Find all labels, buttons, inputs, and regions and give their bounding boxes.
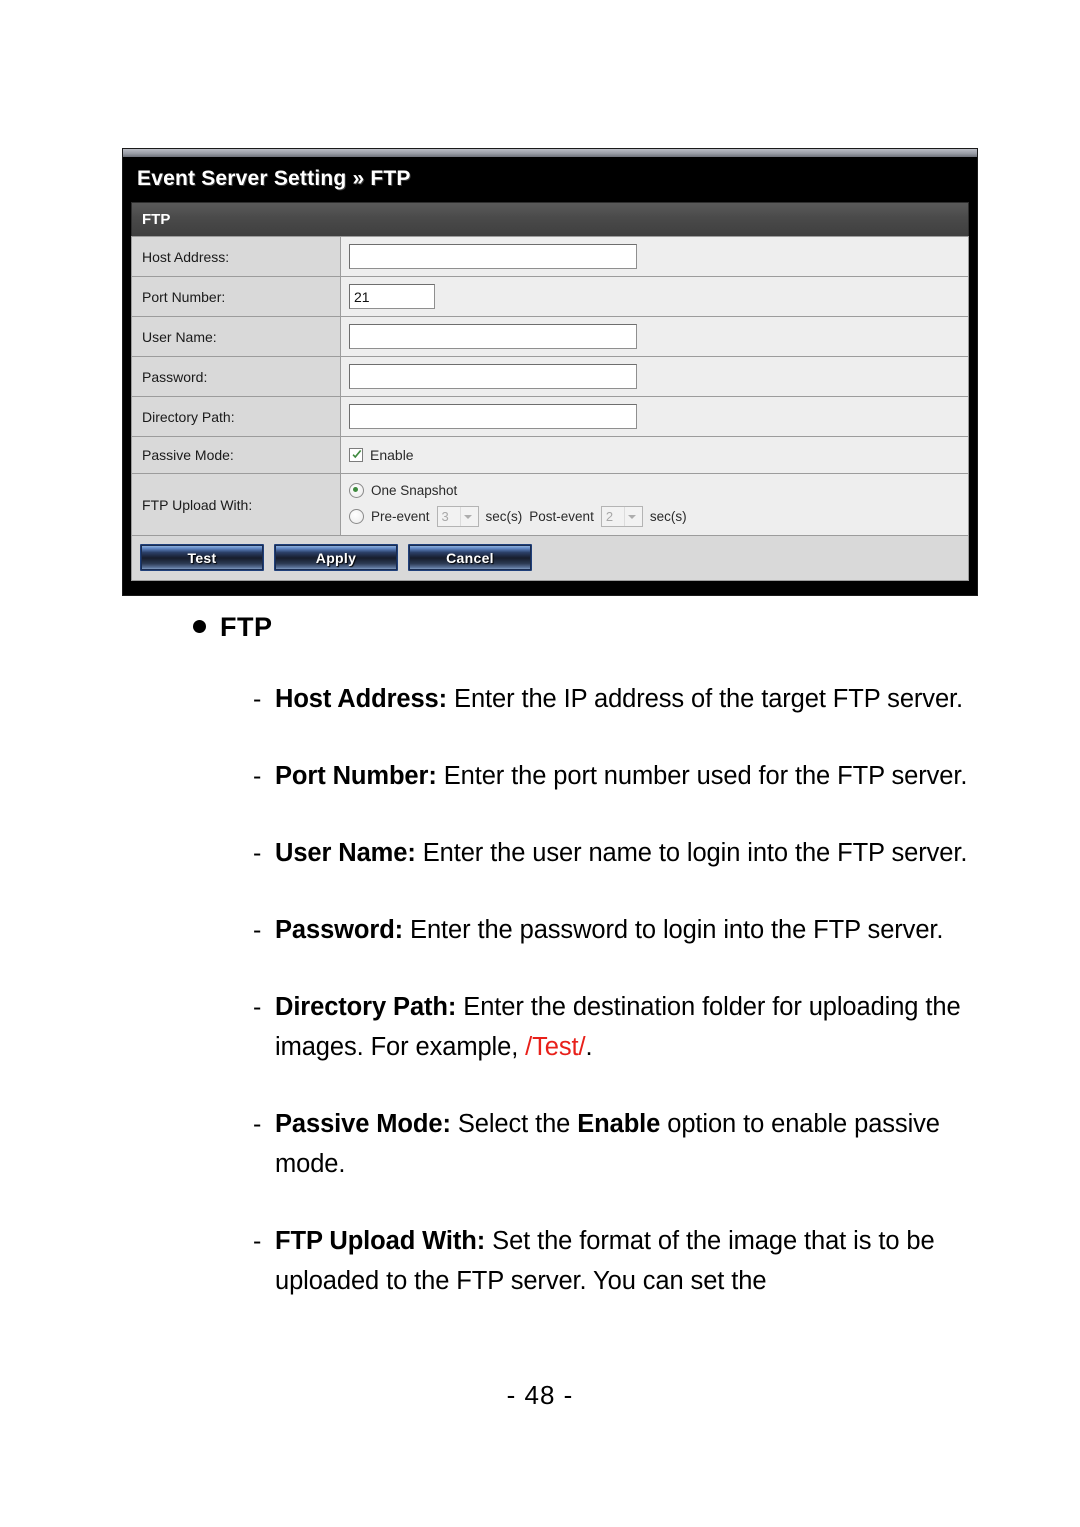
host-address-input[interactable]	[349, 244, 637, 269]
term-user-name: User Name:	[275, 839, 416, 867]
list-item-text: Directory Path: Enter the destination fo…	[275, 987, 995, 1067]
definition-list: - Host Address: Enter the IP address of …	[0, 679, 1080, 1301]
passive-mode-checkbox-row[interactable]: Enable	[349, 447, 968, 463]
list-dash-icon: -	[253, 685, 262, 713]
label-port-number: Port Number:	[131, 276, 341, 317]
desc-user-name: Enter the user name to login into the FT…	[415, 839, 968, 867]
cell-passive-mode: Enable	[340, 436, 969, 474]
list-dash-icon: -	[253, 993, 262, 1021]
term-port-number: Port Number:	[275, 762, 437, 790]
section-heading-ftp: FTP	[193, 612, 1080, 643]
ftp-settings-table: Host Address: Port Number: User Name:	[131, 236, 969, 536]
label-ftp-upload-with: FTP Upload With:	[131, 473, 341, 536]
table-row-port-number: Port Number:	[131, 276, 969, 317]
desc-directory-path-after: .	[585, 1033, 593, 1061]
pre-event-unit-label: sec(s)	[485, 509, 523, 524]
post-event-seconds-dropdown[interactable]: 2	[600, 506, 643, 527]
example-path-highlight: /Test/	[525, 1033, 586, 1061]
window-top-strip	[123, 149, 977, 157]
post-event-unit-label: sec(s)	[649, 509, 687, 524]
radio-row-one-snapshot[interactable]: One Snapshot	[349, 483, 968, 498]
label-password: Password:	[131, 356, 341, 397]
section-heading-label: FTP	[220, 612, 273, 642]
list-dash-icon: -	[253, 839, 262, 867]
radio-one-snapshot-label: One Snapshot	[371, 483, 458, 498]
apply-button[interactable]: Apply	[274, 544, 398, 571]
table-row-password: Password:	[131, 356, 969, 397]
ftp-settings-panel: Event Server Setting » FTP FTP Host Addr…	[122, 148, 978, 596]
chevron-down-icon	[623, 507, 640, 526]
list-item-text: FTP Upload With: Set the format of the i…	[275, 1221, 995, 1301]
desc-host-address: Enter the IP address of the target FTP s…	[447, 685, 964, 713]
panel-inner: FTP Host Address: Port Number: User Name	[131, 202, 969, 581]
list-item-text: Port Number: Enter the port number used …	[275, 756, 967, 796]
desc-password: Enter the password to login into the FTP…	[403, 916, 944, 944]
pre-event-seconds-value: 3	[441, 509, 449, 524]
panel-bottom-padding	[123, 581, 977, 595]
list-item: - Directory Path: Enter the destination …	[0, 987, 1080, 1067]
post-event-label: Post-event	[529, 509, 594, 524]
term-ftp-upload-with: FTP Upload With:	[275, 1227, 486, 1255]
label-host-address: Host Address:	[131, 236, 341, 277]
list-item: - Port Number: Enter the port number use…	[0, 756, 1080, 796]
panel-title: Event Server Setting » FTP	[123, 157, 977, 202]
test-button[interactable]: Test	[140, 544, 264, 571]
document-body: FTP - Host Address: Enter the IP address…	[0, 612, 1080, 1338]
table-row-passive-mode: Passive Mode: Enable	[131, 436, 969, 474]
action-button-bar: Test Apply Cancel	[131, 536, 969, 581]
bullet-dot-icon	[193, 620, 206, 633]
label-passive-mode: Passive Mode:	[131, 436, 341, 474]
list-dash-icon: -	[253, 762, 262, 790]
directory-path-input[interactable]	[349, 404, 637, 429]
cell-host-address	[340, 236, 969, 277]
list-item: - User Name: Enter the user name to logi…	[0, 833, 1080, 873]
chevron-down-icon	[459, 507, 476, 526]
term-directory-path: Directory Path:	[275, 993, 457, 1021]
radio-pre-event-icon[interactable]	[349, 509, 364, 524]
list-dash-icon: -	[253, 916, 262, 944]
list-item-text: Passive Mode: Select the Enable option t…	[275, 1104, 995, 1184]
table-row-host-address: Host Address:	[131, 236, 969, 277]
section-header-ftp: FTP	[131, 202, 969, 236]
page-number: - 48 -	[506, 1380, 574, 1410]
cancel-button[interactable]: Cancel	[408, 544, 532, 571]
post-event-seconds-value: 2	[605, 509, 614, 524]
cell-password	[340, 356, 969, 397]
list-item: - Password: Enter the password to login …	[0, 910, 1080, 950]
list-item: - Host Address: Enter the IP address of …	[0, 679, 1080, 719]
list-item-text: User Name: Enter the user name to login …	[275, 833, 967, 873]
list-item-text: Password: Enter the password to login in…	[275, 910, 943, 950]
list-dash-icon: -	[253, 1227, 262, 1255]
term-host-address: Host Address:	[275, 685, 448, 713]
label-user-name: User Name:	[131, 316, 341, 357]
table-row-user-name: User Name:	[131, 316, 969, 357]
radio-row-pre-post-event[interactable]: Pre-event 3 sec(s) Post-event 2 sec(s)	[349, 506, 968, 527]
port-number-input[interactable]	[349, 284, 435, 309]
term-passive-mode: Passive Mode:	[275, 1110, 451, 1138]
cell-ftp-upload-with: One Snapshot Pre-event 3 sec(s) Post-eve…	[340, 473, 969, 536]
desc-port-number: Enter the port number used for the FTP s…	[436, 762, 968, 790]
pre-event-label: Pre-event	[371, 509, 430, 524]
user-name-input[interactable]	[349, 324, 637, 349]
list-dash-icon: -	[253, 1110, 262, 1138]
list-item-text: Host Address: Enter the IP address of th…	[275, 679, 963, 719]
list-item: - FTP Upload With: Set the format of the…	[0, 1221, 1080, 1301]
label-directory-path: Directory Path:	[131, 396, 341, 437]
passive-mode-enable-label: Enable	[370, 447, 414, 463]
cell-directory-path	[340, 396, 969, 437]
upload-with-radio-group: One Snapshot Pre-event 3 sec(s) Post-eve…	[349, 481, 968, 528]
password-input[interactable]	[349, 364, 637, 389]
cell-port-number	[340, 276, 969, 317]
checkbox-icon[interactable]	[349, 448, 363, 462]
emphasis-enable: Enable	[577, 1110, 661, 1138]
cell-user-name	[340, 316, 969, 357]
table-row-directory-path: Directory Path:	[131, 396, 969, 437]
desc-passive-mode-before: Select the	[450, 1110, 578, 1138]
table-row-ftp-upload-with: FTP Upload With: One Snapshot Pre-event	[131, 473, 969, 536]
radio-one-snapshot-icon[interactable]	[349, 483, 364, 498]
list-item: - Passive Mode: Select the Enable option…	[0, 1104, 1080, 1184]
term-password: Password:	[275, 916, 404, 944]
pre-event-seconds-dropdown[interactable]: 3	[436, 506, 479, 527]
